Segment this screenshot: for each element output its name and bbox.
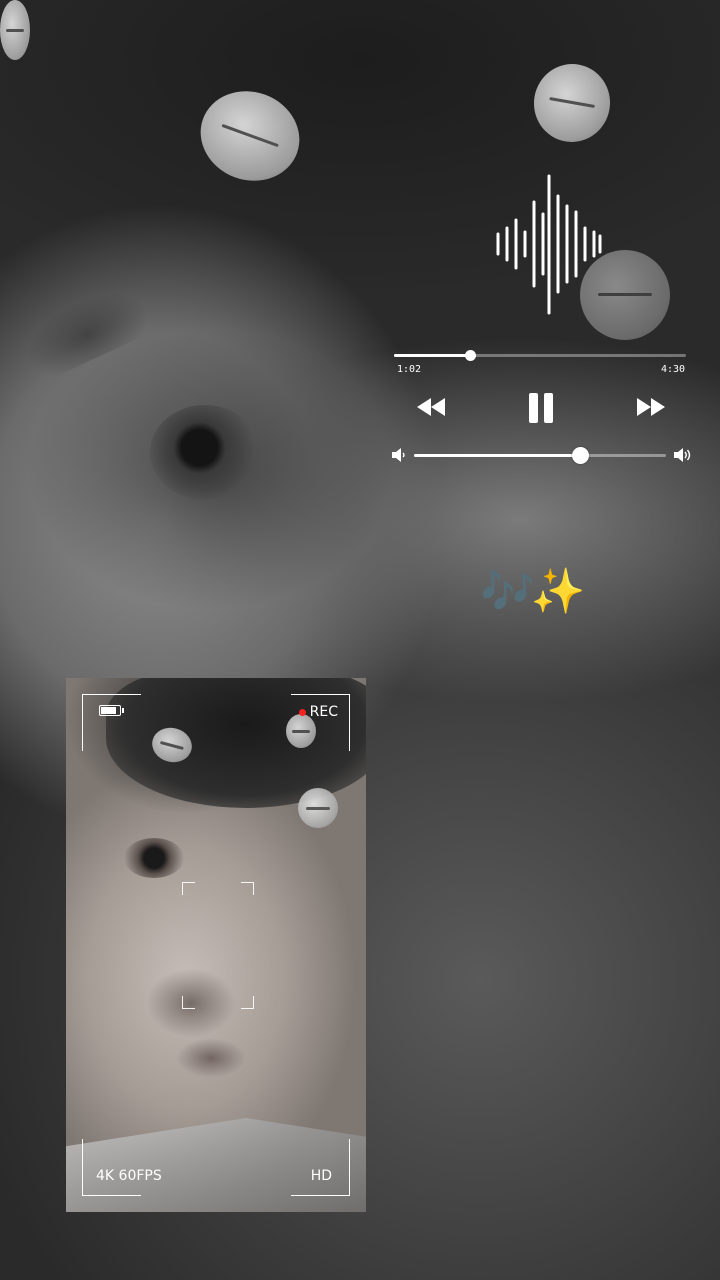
- hair-bead: [298, 788, 338, 828]
- viewfinder-eye: [124, 838, 184, 878]
- viewfinder-corner-top-left: [82, 694, 141, 751]
- current-time: 1:02: [397, 364, 422, 375]
- resolution-label: 4K 60FPS: [96, 1168, 162, 1184]
- pause-button[interactable]: [526, 390, 556, 426]
- hair-bead: [0, 0, 30, 60]
- quality-label: HD: [310, 1168, 332, 1184]
- volume-high-button[interactable]: [672, 446, 692, 464]
- rec-dot-icon: [298, 708, 306, 716]
- battery-icon: [99, 705, 124, 716]
- viewfinder-corner-top-right: [291, 694, 350, 751]
- volume-low-button[interactable]: [390, 446, 408, 464]
- fast-forward-icon: [637, 398, 665, 416]
- rec-label: REC: [309, 704, 338, 720]
- total-time: 4:30: [661, 364, 686, 375]
- audio-waveform-icon: [496, 174, 602, 315]
- volume-high-icon: [673, 448, 690, 462]
- volume-slider-fill: [414, 454, 581, 457]
- playback-progress-bar[interactable]: [394, 350, 686, 361]
- rewind-icon: [417, 398, 445, 416]
- background-eye: [150, 405, 260, 500]
- playback-progress-thumb[interactable]: [464, 350, 476, 361]
- camera-viewfinder: REC 4K 60FPS HD: [66, 678, 366, 1212]
- pause-icon: [529, 393, 553, 423]
- volume-slider[interactable]: [414, 447, 666, 464]
- music-sparkles-emoji: 🎶✨: [480, 566, 586, 617]
- rec-indicator: REC: [298, 704, 338, 720]
- focus-corner-bottom-left: [182, 996, 195, 1009]
- volume-low-icon: [392, 448, 405, 462]
- focus-corner-top-right: [241, 882, 254, 895]
- battery-level: [101, 707, 116, 714]
- focus-corner-bottom-right: [241, 996, 254, 1009]
- playback-progress-fill: [394, 354, 470, 357]
- focus-corner-top-left: [182, 882, 195, 895]
- rewind-button[interactable]: [414, 392, 448, 422]
- fast-forward-button[interactable]: [634, 392, 668, 422]
- viewfinder-lips: [176, 1038, 246, 1078]
